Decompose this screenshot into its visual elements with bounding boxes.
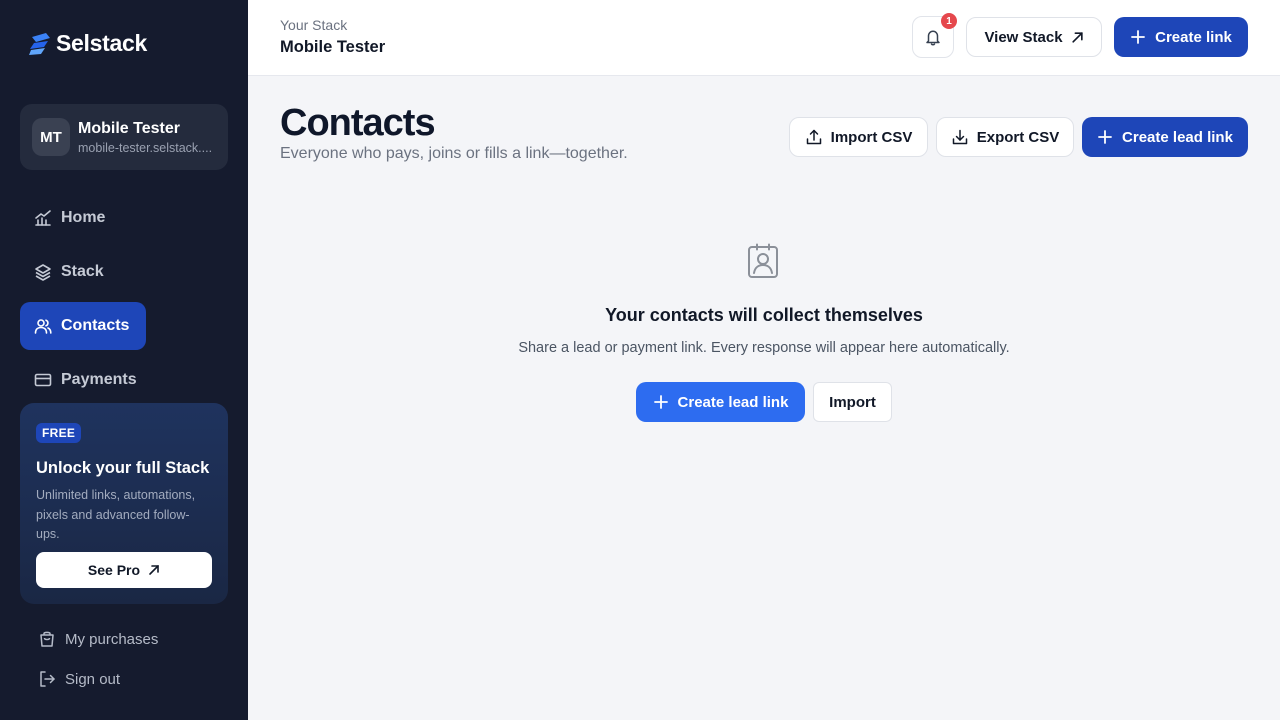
avatar: MT xyxy=(32,118,70,156)
sidebar-item-label: Stack xyxy=(61,263,104,280)
empty-import-label: Import xyxy=(829,393,876,411)
page-title: Contacts xyxy=(280,102,436,144)
promo-description: Unlimited links, automations, pixels and… xyxy=(36,488,196,541)
empty-state-description: Share a lead or payment link. Every resp… xyxy=(518,340,1010,356)
sidebar-item-payments[interactable]: Payments xyxy=(20,356,151,404)
profile-card[interactable]: MT Mobile Tester mobile-tester.selstack.… xyxy=(20,104,228,170)
create-link-button[interactable]: Create link xyxy=(1114,17,1248,57)
top-bar: Your Stack Mobile Tester 1 View Stack Cr… xyxy=(248,0,1280,76)
plus-icon xyxy=(1130,29,1146,45)
sidebar-item-label: Home xyxy=(61,209,106,226)
sidebar-item-label: Payments xyxy=(61,371,137,388)
create-lead-link-button[interactable]: Create lead link xyxy=(1082,117,1248,157)
export-csv-button[interactable]: Export CSV xyxy=(936,117,1074,157)
profile-name: Mobile Tester xyxy=(78,119,180,137)
create-link-label: Create link xyxy=(1155,28,1232,46)
view-stack-label: View Stack xyxy=(984,28,1063,46)
empty-create-lead-link-label: Create lead link xyxy=(677,393,789,411)
arrow-up-right-icon xyxy=(1071,31,1084,44)
layers-icon xyxy=(34,263,52,281)
brand-logo[interactable]: Selstack xyxy=(28,30,147,57)
empty-import-button[interactable]: Import xyxy=(813,382,892,422)
promo-title: Unlock your full Stack xyxy=(36,459,210,477)
view-stack-button[interactable]: View Stack xyxy=(966,17,1102,57)
download-icon xyxy=(951,128,969,146)
chart-icon xyxy=(34,209,52,227)
sign-out-button[interactable]: Sign out xyxy=(38,670,120,688)
arrow-up-right-icon xyxy=(148,564,160,576)
sidebar-item-label: Sign out xyxy=(65,670,121,688)
stack-name: Mobile Tester xyxy=(280,38,386,56)
plus-icon xyxy=(653,394,669,410)
sidebar-item-label: My purchases xyxy=(65,630,159,648)
card-icon xyxy=(34,371,52,389)
bell-icon xyxy=(924,28,942,46)
page-subtitle: Everyone who pays, joins or fills a link… xyxy=(280,145,628,162)
sidebar-item-my-purchases[interactable]: My purchases xyxy=(38,630,158,648)
plus-icon xyxy=(1097,129,1113,145)
brand-name: Selstack xyxy=(56,30,147,56)
import-csv-button[interactable]: Import CSV xyxy=(789,117,928,157)
bag-icon xyxy=(38,630,56,648)
empty-state-title: Your contacts will collect themselves xyxy=(605,305,923,325)
create-lead-link-label: Create lead link xyxy=(1122,128,1233,146)
notification-count-badge: 1 xyxy=(941,13,957,29)
export-csv-label: Export CSV xyxy=(976,128,1060,146)
stack-label: Your Stack xyxy=(280,17,348,33)
profile-url: mobile-tester.selstack.... xyxy=(78,140,213,155)
sidebar-item-stack[interactable]: Stack xyxy=(20,248,118,296)
import-csv-label: Import CSV xyxy=(830,128,913,146)
sidebar-item-home[interactable]: Home xyxy=(20,194,119,242)
sign-out-icon xyxy=(38,670,56,688)
empty-create-lead-link-button[interactable]: Create lead link xyxy=(636,382,805,422)
upload-icon xyxy=(805,128,823,146)
upgrade-promo: FREE Unlock your full Stack Unlimited li… xyxy=(20,403,228,604)
see-pro-label: See Pro xyxy=(87,562,141,578)
logo-icon xyxy=(28,31,52,57)
sidebar: Selstack MT Mobile Tester mobile-tester.… xyxy=(0,0,248,720)
see-pro-button[interactable]: See Pro xyxy=(36,552,212,588)
contact-badge-icon xyxy=(746,243,780,279)
plan-badge: FREE xyxy=(36,423,82,443)
